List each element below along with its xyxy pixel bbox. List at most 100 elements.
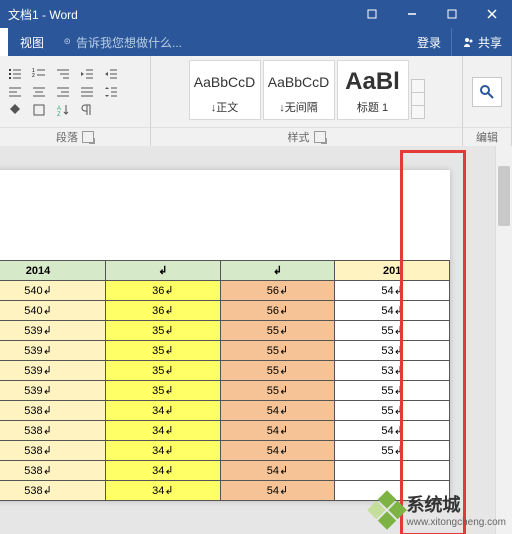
watermark-logo-icon: [367, 490, 407, 530]
table-cell[interactable]: 55↲: [335, 381, 450, 401]
table-cell[interactable]: 36↲: [106, 301, 221, 321]
table-cell[interactable]: 35↲: [106, 361, 221, 381]
page: 2014↲↲201540↲36↲56↲54↲540↲36↲56↲54↲539↲3…: [0, 170, 450, 501]
table-cell[interactable]: 55↲: [335, 441, 450, 461]
table-header[interactable]: 2014: [0, 261, 106, 281]
share-button[interactable]: 共享: [451, 28, 512, 56]
scrollbar-thumb[interactable]: [498, 166, 510, 226]
table-cell[interactable]: 54↲: [220, 421, 335, 441]
table-cell[interactable]: 539↲: [0, 361, 106, 381]
bullets-icon[interactable]: [6, 66, 24, 82]
dialog-launcher-icon[interactable]: [82, 131, 94, 143]
find-icon[interactable]: [472, 77, 502, 107]
table-cell[interactable]: 35↲: [106, 321, 221, 341]
signin-button[interactable]: 登录: [407, 28, 451, 56]
dialog-launcher-icon[interactable]: [314, 131, 326, 143]
close-button[interactable]: [472, 0, 512, 28]
table-cell[interactable]: 56↲: [220, 281, 335, 301]
table-cell[interactable]: 34↲: [106, 401, 221, 421]
window-title: 文档1 - Word: [0, 6, 86, 23]
table-cell[interactable]: 54↲: [220, 461, 335, 481]
ribbon-options-button[interactable]: [352, 0, 392, 28]
table-cell[interactable]: 538↲: [0, 421, 106, 441]
table-cell[interactable]: 34↲: [106, 461, 221, 481]
table-cell[interactable]: 54↲: [335, 301, 450, 321]
table-cell[interactable]: 54↲: [220, 401, 335, 421]
table-cell[interactable]: 538↲: [0, 401, 106, 421]
table-header[interactable]: ↲: [106, 261, 221, 281]
table-cell[interactable]: 539↲: [0, 321, 106, 341]
table-row[interactable]: 538↲34↲54↲55↲: [0, 401, 450, 421]
borders-icon[interactable]: [30, 102, 48, 118]
table-cell[interactable]: 538↲: [0, 441, 106, 461]
title-bar: 文档1 - Word: [0, 0, 512, 28]
table-header[interactable]: ↲: [220, 261, 335, 281]
table-cell[interactable]: 55↲: [335, 401, 450, 421]
table-cell[interactable]: 56↲: [220, 301, 335, 321]
style-nospacing[interactable]: AaBbCcD↓无间隔: [263, 60, 335, 120]
align-right-icon[interactable]: [54, 84, 72, 100]
group-editing: 编辑: [463, 56, 512, 146]
data-table[interactable]: 2014↲↲201540↲36↲56↲54↲540↲36↲56↲54↲539↲3…: [0, 260, 450, 501]
svg-text:Z: Z: [57, 112, 61, 117]
tab-view[interactable]: 视图: [8, 28, 56, 56]
table-cell[interactable]: 540↲: [0, 281, 106, 301]
shading-icon[interactable]: [6, 102, 24, 118]
maximize-button[interactable]: [432, 0, 472, 28]
table-cell[interactable]: 54↲: [220, 441, 335, 461]
table-header[interactable]: 201: [335, 261, 450, 281]
table-cell[interactable]: 54↲: [335, 281, 450, 301]
align-left-icon[interactable]: [6, 84, 24, 100]
table-cell[interactable]: 34↲: [106, 481, 221, 501]
table-row[interactable]: 539↲35↲55↲55↲: [0, 321, 450, 341]
table-cell[interactable]: 539↲: [0, 341, 106, 361]
table-cell[interactable]: 540↲: [0, 301, 106, 321]
table-row[interactable]: 539↲35↲55↲55↲: [0, 381, 450, 401]
table-cell[interactable]: 55↲: [335, 321, 450, 341]
table-cell[interactable]: 539↲: [0, 381, 106, 401]
table-cell[interactable]: 54↲: [220, 481, 335, 501]
styles-more-button[interactable]: [411, 60, 425, 123]
table-cell[interactable]: 35↲: [106, 381, 221, 401]
table-cell[interactable]: 538↲: [0, 461, 106, 481]
increase-indent-icon[interactable]: [102, 66, 120, 82]
group-styles: AaBbCcD↓正文 AaBbCcD↓无间隔 AaBl标题 1 样式: [151, 56, 463, 146]
table-row[interactable]: 540↲36↲56↲54↲: [0, 281, 450, 301]
table-row[interactable]: 540↲36↲56↲54↲: [0, 301, 450, 321]
watermark: 系统城 www.xitongcheng.com: [373, 491, 507, 528]
table-cell[interactable]: 34↲: [106, 421, 221, 441]
style-heading1[interactable]: AaBl标题 1: [337, 60, 409, 120]
table-row[interactable]: 539↲35↲55↲53↲: [0, 361, 450, 381]
table-cell[interactable]: 55↲: [220, 341, 335, 361]
minimize-button[interactable]: [392, 0, 432, 28]
table-row[interactable]: 538↲34↲54↲: [0, 461, 450, 481]
vertical-scrollbar[interactable]: [495, 146, 512, 534]
table-cell[interactable]: 55↲: [220, 381, 335, 401]
style-normal[interactable]: AaBbCcD↓正文: [189, 60, 261, 120]
sort-icon[interactable]: AZ: [54, 102, 72, 118]
tell-me[interactable]: 告诉我您想做什么...: [56, 28, 190, 56]
table-cell[interactable]: 54↲: [335, 421, 450, 441]
table-cell[interactable]: 55↲: [220, 361, 335, 381]
table-cell[interactable]: 35↲: [106, 341, 221, 361]
decrease-indent-icon[interactable]: [78, 66, 96, 82]
table-row[interactable]: 539↲35↲55↲53↲: [0, 341, 450, 361]
table-cell[interactable]: 538↲: [0, 481, 106, 501]
table-row[interactable]: 538↲34↲54↲55↲: [0, 441, 450, 461]
multilevel-icon[interactable]: [54, 66, 72, 82]
numbering-icon[interactable]: 12: [30, 66, 48, 82]
align-center-icon[interactable]: [30, 84, 48, 100]
table-cell[interactable]: 53↲: [335, 361, 450, 381]
line-spacing-icon[interactable]: [102, 84, 120, 100]
justify-icon[interactable]: [78, 84, 96, 100]
table-cell[interactable]: 55↲: [220, 321, 335, 341]
table-cell[interactable]: 36↲: [106, 281, 221, 301]
document-area[interactable]: 2014↲↲201540↲36↲56↲54↲540↲36↲56↲54↲539↲3…: [0, 146, 512, 534]
table-cell[interactable]: 53↲: [335, 341, 450, 361]
ribbon-tabs: 视图 告诉我您想做什么... 登录 共享: [0, 28, 512, 56]
table-cell[interactable]: [335, 461, 450, 481]
group-paragraph: 12 AZ 段落: [0, 56, 151, 146]
table-row[interactable]: 538↲34↲54↲54↲: [0, 421, 450, 441]
show-marks-icon[interactable]: [78, 102, 96, 118]
table-cell[interactable]: 34↲: [106, 441, 221, 461]
